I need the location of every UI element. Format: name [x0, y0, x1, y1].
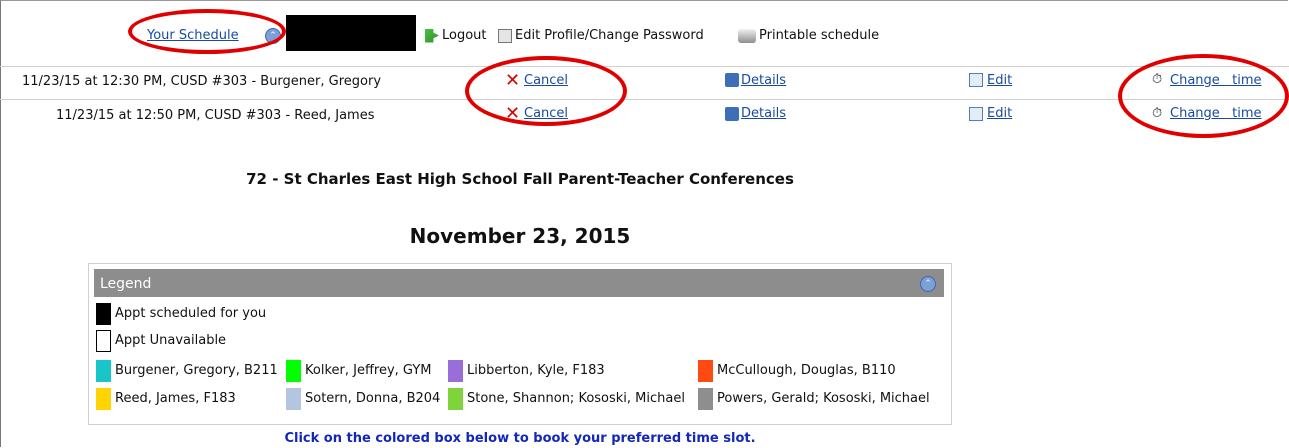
legend-header: Legend ⌃: [94, 269, 944, 297]
details-link[interactable]: Details: [741, 106, 786, 121]
change-time-link[interactable]: Change time: [1170, 106, 1262, 121]
appointment-text: 11/23/15 at 12:50 PM, CUSD #303 - Reed, …: [56, 108, 375, 123]
legend-item-libberton: Libberton, Kyle, F183: [448, 360, 618, 382]
redacted-user-name: [286, 15, 416, 51]
row-divider: [0, 99, 1289, 100]
details-link[interactable]: Details: [741, 73, 786, 88]
clock-icon[interactable]: ⏱: [1152, 106, 1162, 121]
legend-item-sotern: Sotern, Donna, B204: [286, 388, 456, 410]
legend-item-reed: Reed, James, F183: [96, 388, 266, 410]
document-icon: [498, 28, 512, 43]
cancel-appointment-link[interactable]: Cancel: [524, 106, 568, 121]
edit-icon[interactable]: [969, 106, 986, 121]
legend-item-unavailable: Appt Unavailable: [96, 330, 356, 352]
logout-link[interactable]: Logout: [425, 28, 487, 43]
legend-panel: Legend ⌃ Appt scheduled for you Appt Una…: [88, 263, 952, 425]
edit-link[interactable]: Edit: [987, 106, 1012, 121]
edit-profile-link[interactable]: Edit Profile/Change Password: [498, 28, 704, 43]
row-divider: [0, 66, 1289, 67]
appointment-text: 11/23/15 at 12:30 PM, CUSD #303 - Burgen…: [22, 74, 382, 89]
your-schedule-link[interactable]: Your Schedule: [147, 28, 239, 43]
edit-link[interactable]: Edit: [987, 73, 1012, 88]
legend-title: Legend: [100, 276, 152, 292]
printer-icon: [738, 28, 756, 43]
printable-schedule-link[interactable]: Printable schedule: [738, 28, 879, 43]
clock-icon[interactable]: ⏱: [1152, 72, 1162, 87]
logout-icon: [425, 28, 439, 43]
change-time-link[interactable]: Change time: [1170, 73, 1262, 88]
details-icon[interactable]: [725, 72, 742, 87]
legend-item-mccullough: McCullough, Douglas, B110: [698, 360, 918, 382]
booking-instruction: Click on the colored box below to book y…: [284, 431, 756, 446]
legend-item-kolker: Kolker, Jeffrey, GYM: [286, 360, 456, 382]
cancel-icon[interactable]: ✕: [505, 103, 520, 124]
event-date: November 23, 2015: [409, 224, 631, 248]
legend-item-burgener: Burgener, Gregory, B211: [96, 360, 278, 382]
legend-item-stone: Stone, Shannon; Kososki, Michael: [448, 388, 698, 410]
edit-icon[interactable]: [969, 72, 986, 87]
legend-swatch-scheduled: [96, 303, 111, 325]
cancel-icon[interactable]: ✕: [505, 70, 520, 91]
legend-swatch-unavailable: [96, 330, 111, 352]
details-icon[interactable]: [725, 106, 742, 121]
event-title: 72 - St Charles East High School Fall Pa…: [246, 170, 794, 188]
legend-collapse-icon[interactable]: ⌃: [920, 276, 936, 292]
cancel-appointment-link[interactable]: Cancel: [524, 73, 568, 88]
legend-item-scheduled: Appt scheduled for you: [96, 303, 356, 325]
legend-item-powers: Powers, Gerald; Kososki, Michael: [698, 388, 938, 410]
collapse-up-icon[interactable]: ⌃: [265, 28, 281, 44]
